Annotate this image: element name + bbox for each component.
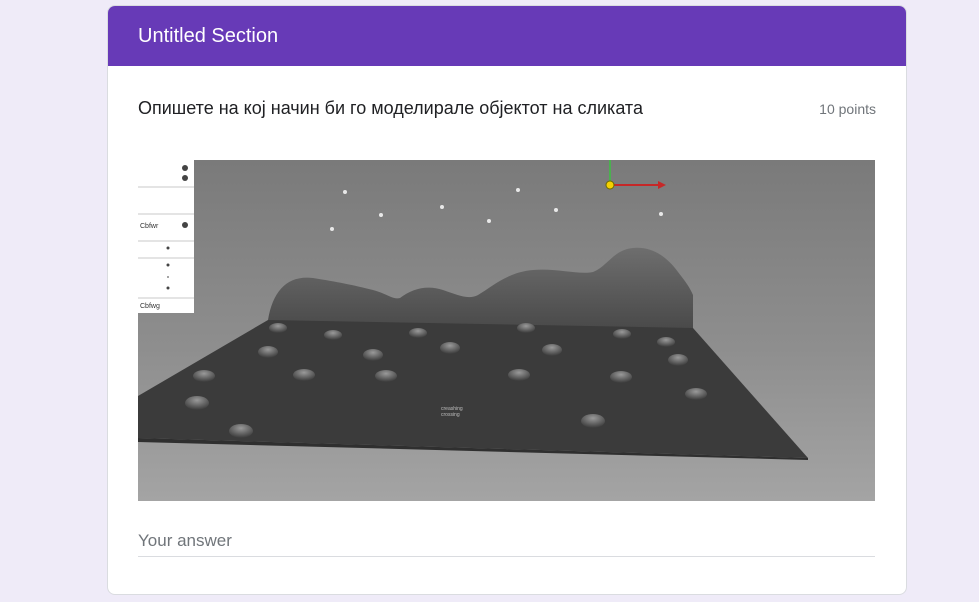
- section-title: Untitled Section: [138, 24, 279, 47]
- side-panel[interactable]: Cbfwr Cbfwg: [138, 160, 194, 313]
- section-card: Untitled Section Опишете на кој начин би…: [107, 5, 907, 595]
- panel-label-1: Cbfwr: [140, 223, 159, 230]
- plane-label-2: crossing: [441, 412, 460, 418]
- question-title: Опишете на кој начин би го моделирале об…: [138, 98, 643, 118]
- viewport-render: creashing crossing Cbfwr Cbfwg: [138, 160, 875, 501]
- panel-label-2: Cbfwg: [140, 303, 160, 310]
- answer-input[interactable]: [138, 526, 875, 557]
- question-row: Опишете на кој начин би го моделирале об…: [138, 98, 876, 119]
- question-image: creashing crossing Cbfwr Cbfwg: [138, 160, 875, 501]
- question-points: 10 points: [819, 101, 876, 117]
- section-header: Untitled Section: [108, 6, 906, 66]
